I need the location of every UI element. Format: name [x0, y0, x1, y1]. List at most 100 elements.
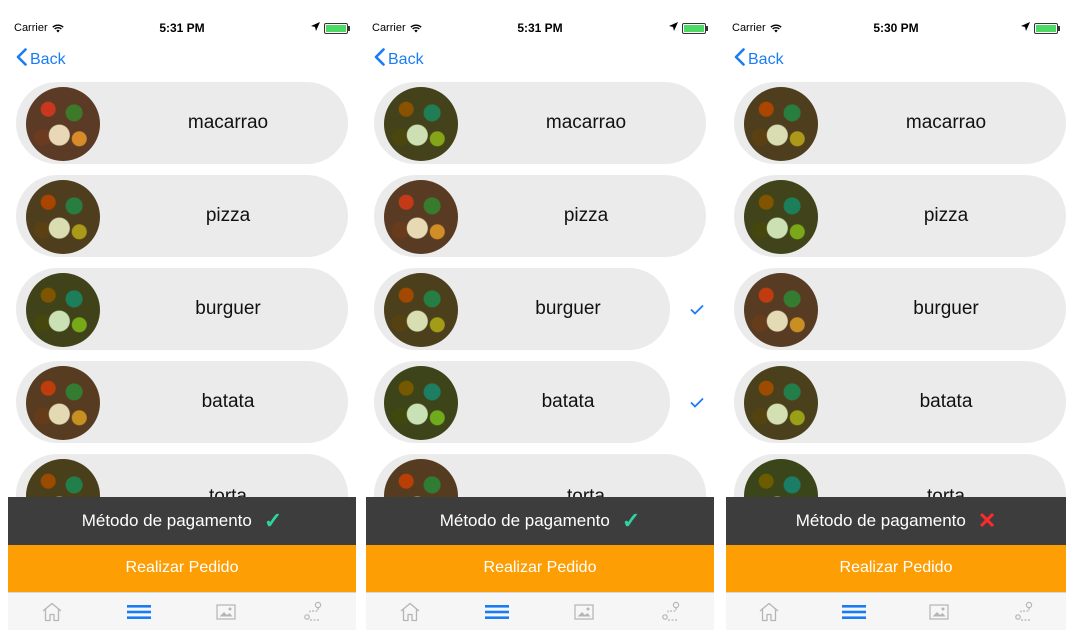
- food-item-button[interactable]: pizza: [16, 175, 348, 257]
- back-label: Back: [30, 50, 66, 68]
- food-list-item: macarrao: [726, 82, 1066, 166]
- food-item-button[interactable]: macarrao: [734, 82, 1066, 164]
- tab-bar: [8, 592, 356, 630]
- food-photo: [26, 366, 100, 440]
- payment-status-icon: ✓: [621, 508, 641, 533]
- place-order-button[interactable]: Realizar Pedido: [726, 545, 1066, 592]
- food-photo: [744, 87, 818, 161]
- route-icon: [661, 601, 681, 623]
- food-item-name: macarrao: [187, 112, 269, 133]
- status-time: 5:31 PM: [159, 21, 205, 35]
- food-photo: [384, 180, 458, 254]
- food-list: macarraopizzaburguerbatatatorta: [366, 82, 714, 547]
- route-icon: [303, 601, 323, 623]
- status-bar: Carrier 5:30 PM: [726, 14, 1066, 35]
- tab-menu[interactable]: [834, 597, 874, 627]
- payment-method-label: Método de pagamento: [81, 511, 252, 530]
- food-item-name: batata: [919, 391, 973, 412]
- food-list: macarraopizzaburguerbatatatorta: [726, 82, 1066, 547]
- back-label: Back: [388, 50, 424, 68]
- tab-home[interactable]: [32, 597, 72, 627]
- food-item-button[interactable]: burguer: [374, 268, 670, 350]
- food-item-name: macarrao: [905, 112, 987, 133]
- back-button[interactable]: Back: [16, 48, 66, 71]
- food-item-name: pizza: [923, 205, 969, 226]
- food-list-item: pizza: [366, 175, 714, 259]
- food-list-item: burguer: [726, 268, 1066, 352]
- home-icon: [399, 602, 421, 622]
- tab-home[interactable]: [390, 597, 430, 627]
- food-item-name: pizza: [205, 205, 251, 226]
- food-item-button[interactable]: batata: [734, 361, 1066, 443]
- food-list-item: batata: [8, 361, 356, 445]
- status-bar: Carrier 5:31 PM: [366, 14, 714, 35]
- food-list-item: batata: [366, 361, 714, 445]
- food-item-button[interactable]: burguer: [734, 268, 1066, 350]
- food-item-name: batata: [201, 391, 255, 412]
- food-item-button[interactable]: macarrao: [16, 82, 348, 164]
- food-photo: [384, 273, 458, 347]
- tab-bar: [366, 592, 714, 630]
- tab-menu[interactable]: [119, 597, 159, 627]
- place-order-button[interactable]: Realizar Pedido: [366, 545, 714, 592]
- tab-route[interactable]: [651, 597, 691, 627]
- food-item-button[interactable]: macarrao: [374, 82, 706, 164]
- back-button[interactable]: Back: [734, 48, 784, 71]
- image-icon: [573, 604, 594, 620]
- food-item-button[interactable]: burguer: [16, 268, 348, 350]
- food-item-name: burguer: [913, 298, 979, 319]
- food-item-button[interactable]: pizza: [734, 175, 1066, 257]
- food-list: macarraopizzaburguerbatatatorta: [8, 82, 356, 547]
- tab-gallery[interactable]: [206, 597, 246, 627]
- location-arrow-icon: [1021, 22, 1030, 34]
- tab-home[interactable]: [749, 597, 789, 627]
- food-list-item: batata: [726, 361, 1066, 445]
- tab-gallery[interactable]: [919, 597, 959, 627]
- payment-method-label: Método de pagamento: [795, 511, 966, 530]
- home-icon: [41, 602, 63, 622]
- food-item-name: macarrao: [545, 112, 627, 133]
- food-item-name: pizza: [563, 205, 609, 226]
- chevron-left-icon: [374, 48, 385, 71]
- image-icon: [928, 604, 949, 620]
- payment-method-label: Método de pagamento: [439, 511, 610, 530]
- food-item-button[interactable]: pizza: [374, 175, 706, 257]
- payment-method-bar[interactable]: Método de pagamento ✕: [726, 497, 1066, 545]
- food-photo: [744, 180, 818, 254]
- payment-method-bar[interactable]: Método de pagamento ✓: [8, 497, 356, 545]
- food-item-name: burguer: [535, 298, 601, 319]
- food-photo: [26, 87, 100, 161]
- payment-status-icon: ✓: [263, 508, 283, 533]
- food-photo: [744, 273, 818, 347]
- phone-screen-2: Carrier 5:31 PM Back macarrao pizza burgue…: [366, 0, 714, 630]
- phone-screen-3: Carrier 5:30 PM Back macarrao pizza burgue…: [726, 0, 1066, 630]
- battery-icon: [324, 22, 350, 34]
- food-photo: [384, 87, 458, 161]
- chevron-left-icon: [16, 48, 27, 71]
- tab-gallery[interactable]: [564, 597, 604, 627]
- back-button[interactable]: Back: [374, 48, 424, 71]
- payment-status-icon: ✕: [977, 508, 997, 533]
- checkmark-icon: [690, 302, 704, 319]
- tab-route[interactable]: [293, 597, 333, 627]
- food-list-item: pizza: [8, 175, 356, 259]
- image-icon: [215, 604, 236, 620]
- food-photo: [26, 273, 100, 347]
- food-photo: [26, 180, 100, 254]
- food-item-name: batata: [541, 391, 595, 412]
- food-list-item: macarrao: [366, 82, 714, 166]
- food-item-button[interactable]: batata: [374, 361, 670, 443]
- food-item-name: burguer: [195, 298, 261, 319]
- menu-icon: [841, 604, 866, 620]
- payment-method-bar[interactable]: Método de pagamento ✓: [366, 497, 714, 545]
- back-label: Back: [748, 50, 784, 68]
- tab-menu[interactable]: [477, 597, 517, 627]
- tab-route[interactable]: [1004, 597, 1044, 627]
- chevron-left-icon: [734, 48, 745, 71]
- home-icon: [758, 602, 780, 622]
- food-list-item: pizza: [726, 175, 1066, 259]
- place-order-button[interactable]: Realizar Pedido: [8, 545, 356, 592]
- status-time: 5:30 PM: [873, 21, 919, 35]
- status-bar: Carrier 5:31 PM: [8, 14, 356, 35]
- food-item-button[interactable]: batata: [16, 361, 348, 443]
